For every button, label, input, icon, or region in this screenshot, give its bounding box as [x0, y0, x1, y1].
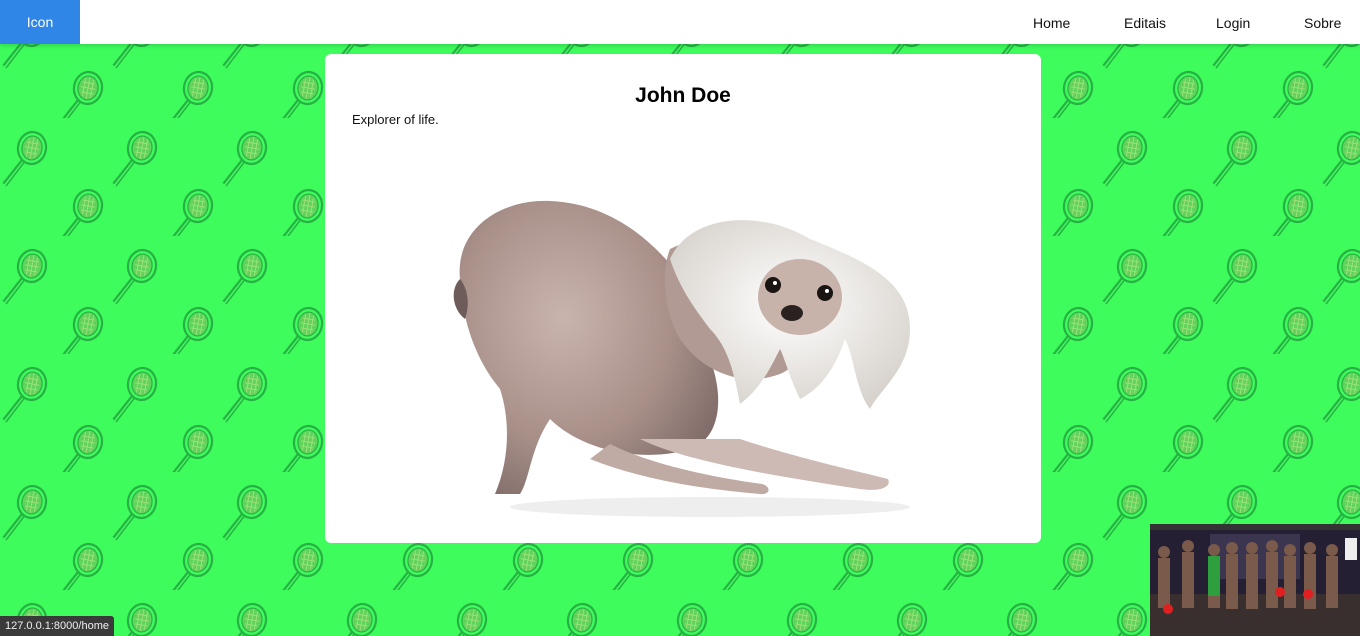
- video-thumbnail-icon: [1150, 524, 1360, 636]
- nav-link-login[interactable]: Login: [1216, 0, 1250, 44]
- nav-link-sobre[interactable]: Sobre: [1304, 0, 1341, 44]
- video-thumbnail[interactable]: [1150, 524, 1360, 636]
- profile-bio: Explorer of life.: [352, 112, 439, 127]
- navbar: Icon Home Editais Login Sobre: [0, 0, 1360, 44]
- profile-name: John Doe: [635, 84, 731, 107]
- profile-card: John Doe Explorer of life.: [325, 54, 1041, 543]
- nav-link-editais[interactable]: Editais: [1124, 0, 1166, 44]
- nav-link-home[interactable]: Home: [1033, 0, 1070, 44]
- hairless-dog-photo: [453, 200, 910, 517]
- status-bar-url: 127.0.0.1:8000/home: [0, 616, 114, 636]
- brand-button[interactable]: Icon: [0, 0, 80, 44]
